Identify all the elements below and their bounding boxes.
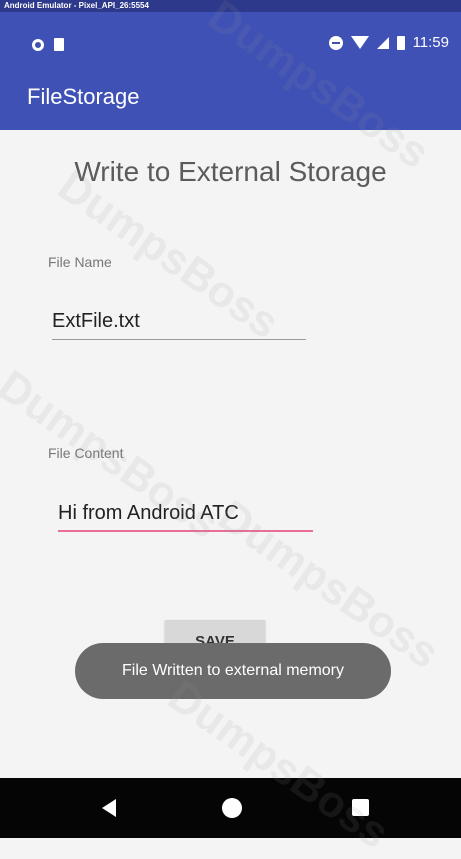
status-bar: 11:59 (0, 12, 461, 62)
status-clock: 11:59 (412, 34, 449, 51)
app-title: FileStorage (27, 84, 140, 109)
signal-icon (376, 36, 389, 49)
file-content-label: File Content (48, 445, 124, 461)
home-icon[interactable] (222, 798, 242, 818)
recents-icon[interactable] (352, 799, 369, 816)
page-title: Write to External Storage (74, 156, 387, 187)
battery-icon (396, 35, 405, 50)
status-indicators: 11:59 (328, 34, 449, 51)
sd-card-icon (54, 38, 64, 51)
wifi-icon (350, 36, 369, 49)
emulator-title: Android Emulator - Pixel_API_26:5554 (0, 0, 461, 12)
file-content-underline (58, 530, 313, 532)
app-bar: FileStorage (0, 62, 461, 130)
main-content: Write to External Storage File Name ExtF… (0, 130, 461, 778)
notification-dot-icon (32, 38, 44, 51)
status-notifications (32, 38, 64, 51)
file-name-input[interactable]: ExtFile.txt (52, 310, 140, 333)
file-name-label: File Name (48, 254, 112, 270)
do-not-disturb-icon (328, 35, 343, 50)
file-content-input[interactable]: Hi from Android ATC (58, 502, 239, 525)
toast-message: File Written to external memory (75, 643, 391, 699)
back-icon[interactable] (102, 799, 116, 817)
file-name-underline (52, 339, 306, 340)
navigation-bar (0, 778, 461, 838)
